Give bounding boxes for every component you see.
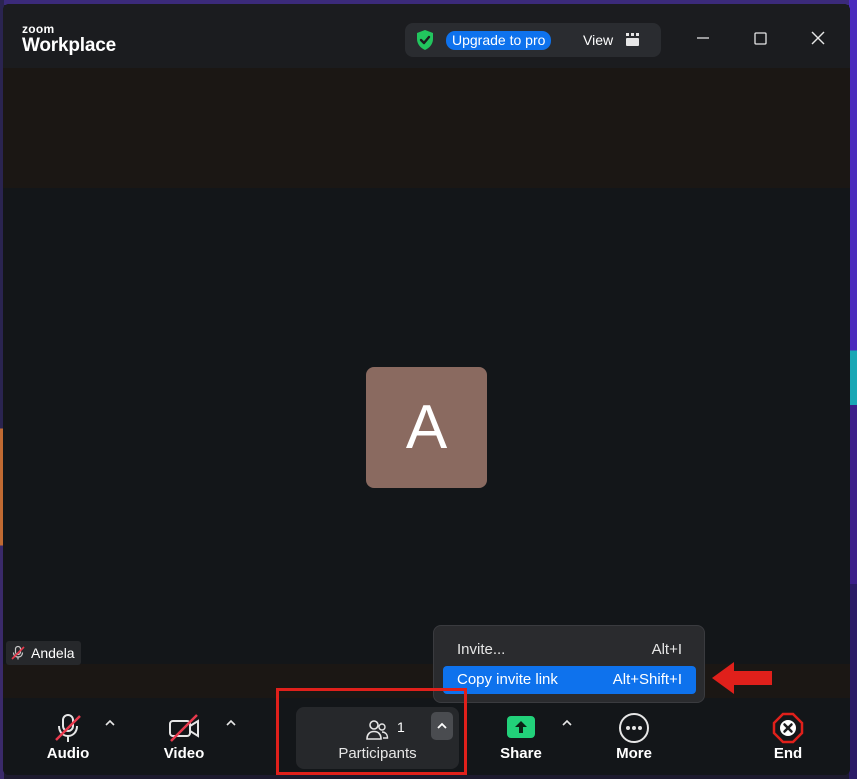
end-call-icon <box>772 712 804 744</box>
menu-item-copy-invite-link[interactable]: Copy invite link Alt+Shift+I <box>443 666 696 694</box>
more-label: More <box>616 745 652 762</box>
minimize-icon[interactable] <box>691 26 715 50</box>
share-button[interactable]: Share <box>488 698 554 775</box>
upgrade-to-pro-button[interactable]: Upgrade to pro <box>446 31 552 50</box>
menu-item-invite[interactable]: Invite... Alt+I <box>443 636 696 664</box>
invite-shortcut: Alt+I <box>651 641 682 658</box>
copy-invite-link-label: Copy invite link <box>457 671 558 688</box>
more-button[interactable]: More <box>601 698 667 775</box>
copy-invite-link-shortcut: Alt+Shift+I <box>612 671 682 688</box>
video-button[interactable]: Video <box>149 698 219 775</box>
microphone-muted-icon <box>55 714 81 742</box>
end-label: End <box>773 745 803 762</box>
participant-name: Andela <box>31 645 75 661</box>
meeting-top-band <box>3 68 850 188</box>
share-label: Share <box>500 745 542 762</box>
participant-name-tag: Andela <box>6 641 81 665</box>
audio-button[interactable]: Audio <box>33 698 103 775</box>
invite-popup-menu: Invite... Alt+I Copy invite link Alt+Shi… <box>433 625 705 703</box>
annotation-arrow-icon <box>712 662 772 694</box>
view-button[interactable]: View <box>583 31 613 49</box>
camera-off-icon <box>169 714 199 742</box>
audio-options-caret-icon[interactable] <box>104 718 116 728</box>
maximize-icon[interactable] <box>748 26 772 50</box>
annotation-highlight-box <box>276 688 467 775</box>
participant-avatar: A <box>366 367 487 488</box>
desktop-background-right <box>849 0 857 779</box>
view-grid-icon[interactable] <box>626 33 640 46</box>
title-bar: zoom Workplace Upgrade to pro View <box>3 4 850 68</box>
end-meeting-button[interactable]: End <box>755 698 821 775</box>
more-options-icon <box>619 713 649 743</box>
muted-mic-icon <box>11 645 25 660</box>
logo-workplace-text: Workplace <box>22 35 116 56</box>
video-label: Video <box>163 745 205 762</box>
upgrade-view-bar: Upgrade to pro View <box>405 23 661 57</box>
zoom-workplace-logo: zoom Workplace <box>22 23 116 55</box>
close-icon[interactable] <box>806 26 830 50</box>
video-options-caret-icon[interactable] <box>225 718 237 728</box>
logo-zoom-text: zoom <box>22 22 55 36</box>
share-options-caret-icon[interactable] <box>561 718 573 728</box>
invite-label: Invite... <box>457 641 506 658</box>
shield-check-icon <box>417 30 433 50</box>
audio-label: Audio <box>46 745 90 762</box>
share-screen-icon <box>507 716 535 738</box>
